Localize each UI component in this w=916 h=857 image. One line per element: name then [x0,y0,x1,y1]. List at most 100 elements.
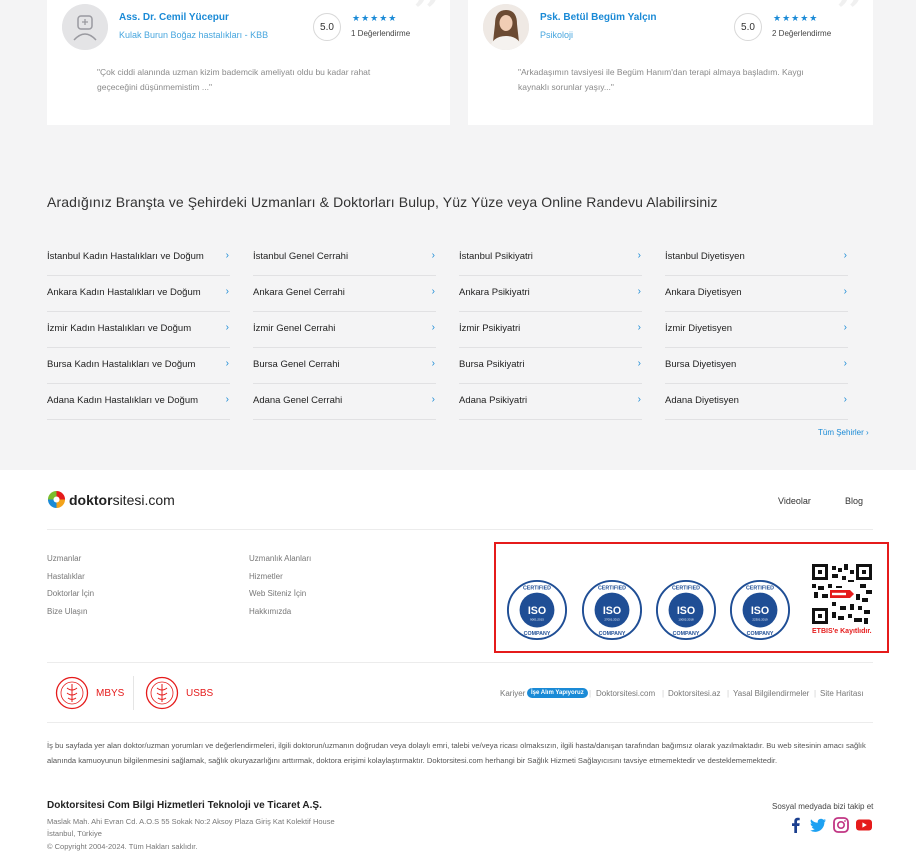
instagram-icon[interactable] [833,817,849,833]
branch-label: Bursa Psikiyatri [459,359,525,370]
branch-link[interactable]: Bursa Kadın Hastalıkları ve Doğum › [47,348,230,384]
social-title: Sosyal medyada bizi takip et [772,802,874,811]
company-name: Doktorsitesi Com Bilgi Hizmetleri Teknol… [47,800,322,811]
footer-link[interactable]: Uzmanlık Alanları [249,554,311,563]
review-card[interactable]: ” Psk. Betül Begüm Yalçın Psikoloji 5.0 … [468,0,873,125]
footer-link[interactable]: Hakkımızda [249,607,291,616]
svg-text:9001:2015: 9001:2015 [530,618,544,622]
usbs-label[interactable]: USBS [186,688,213,699]
hiring-badge[interactable]: İşe Alım Yapıyoruz [527,688,588,698]
branch-label: Bursa Kadın Hastalıkları ve Doğum [47,359,196,370]
branch-label: İzmir Psikiyatri [459,323,521,334]
branch-link[interactable]: Ankara Diyetisyen › [665,276,848,312]
svg-text:ISO: ISO [528,605,546,617]
logo-text-rest: sitesi.com [112,491,175,508]
career-link[interactable]: Kariyer [500,689,525,698]
branch-link[interactable]: Ankara Psikiyatri › [459,276,642,312]
doctor-photo [483,4,529,50]
footer-link[interactable]: Bize Ulaşın [47,607,87,616]
etbis-label[interactable]: ETBIS'e Kayıtlıdır. [812,628,872,635]
svg-text:ISO: ISO [751,605,769,617]
certificates-box: ISO 9001:2015 CERTIFIED COMPANY ISO 2700… [494,542,889,653]
svg-text:27001:2013: 27001:2013 [604,618,620,622]
branch-label: İstanbul Psikiyatri [459,251,533,262]
section-title: Aradığınız Branşta ve Şehirdeki Uzmanlar… [47,194,718,210]
legal-link[interactable]: Yasal Bilgilendirmeler [733,689,809,698]
branch-link[interactable]: Bursa Psikiyatri › [459,348,642,384]
doctor-name[interactable]: Psk. Betül Begüm Yalçın [540,12,657,23]
branch-link[interactable]: Ankara Genel Cerrahi › [253,276,436,312]
svg-text:COMPANY: COMPANY [599,631,626,637]
branch-label: Adana Kadın Hastalıkları ve Doğum [47,395,199,406]
ministry-emblem-icon [145,676,179,710]
branch-link[interactable]: İzmir Kadın Hastalıkları ve Doğum › [47,312,230,348]
iso-certificate-icon: ISO 27001:2013 CERTIFIED COMPANY [581,579,643,641]
mbys-label[interactable]: MBYS [96,688,124,699]
branch-link[interactable]: İzmir Diyetisyen › [665,312,848,348]
link-separator: | [662,689,665,698]
doctor-name[interactable]: Ass. Dr. Cemil Yücepur [119,12,229,23]
chevron-right-icon: › [637,358,641,369]
branch-link[interactable]: İstanbul Psikiyatri › [459,240,642,276]
branch-link[interactable]: İzmir Psikiyatri › [459,312,642,348]
branch-link[interactable]: Ankara Kadın Hastalıkları ve Doğum › [47,276,230,312]
twitter-icon[interactable] [810,817,826,833]
chevron-right-icon: › [431,322,435,333]
company-city: İstanbul, Türkiye [47,829,102,838]
review-text: "Çok ciddi alanında uzman kizim bademcik… [97,67,371,92]
branch-link[interactable]: İstanbul Diyetisyen › [665,240,848,276]
branch-link[interactable]: Adana Psikiyatri › [459,384,642,420]
branch-column: İstanbul Diyetisyen › Ankara Diyetisyen › … [665,240,848,420]
branch-link[interactable]: Bursa Diyetisyen › [665,348,848,384]
branch-link[interactable]: Bursa Genel Cerrahi › [253,348,436,384]
link-separator: | [814,689,817,698]
review-card[interactable]: ” Ass. Dr. Cemil Yücepur Kulak Burun Boğ… [47,0,450,125]
all-cities-link[interactable]: Tüm Şehirler › [818,428,869,437]
rating-score: 5.0 [734,13,762,41]
doctor-specialty[interactable]: Psikoloji [540,30,573,40]
branch-label: Adana Diyetisyen [665,395,739,406]
site-footer: doktorsitesi.com Videolar Blog Uzmanlar … [0,470,916,857]
copyright-text: © Copyright 2004-2024. Tüm Hakları saklı… [47,842,198,851]
chevron-right-icon: › [225,394,229,405]
branch-label: Bursa Genel Cerrahi [253,359,340,370]
footer-link[interactable]: Web Siteniz İçin [249,589,306,598]
branch-label: İstanbul Diyetisyen [665,251,745,262]
link-separator: | [727,689,730,698]
branch-label: Bursa Diyetisyen [665,359,737,370]
avatar [62,4,108,50]
logo-icon [47,490,66,509]
branch-link[interactable]: İstanbul Genel Cerrahi › [253,240,436,276]
footer-link[interactable]: Doktorlar İçin [47,589,94,598]
branch-label: İzmir Genel Cerrahi [253,323,336,334]
facebook-icon[interactable] [788,817,804,833]
branch-city-section: Aradığınız Branşta ve Şehirdeki Uzmanlar… [0,150,916,470]
legal-link[interactable]: Doktorsitesi.az [668,689,720,698]
svg-text:CERTIFIED: CERTIFIED [672,586,700,592]
footer-link[interactable]: Hizmetler [249,572,283,581]
etbis-qr-icon[interactable] [812,564,872,624]
branch-link[interactable]: İzmir Genel Cerrahi › [253,312,436,348]
branch-link[interactable]: Adana Kadın Hastalıkları ve Doğum › [47,384,230,420]
branch-label: Ankara Genel Cerrahi [253,287,345,298]
footer-link[interactable]: Hastalıklar [47,572,85,581]
youtube-icon[interactable] [856,817,872,833]
branch-label: Ankara Diyetisyen [665,287,742,298]
branch-link[interactable]: Adana Diyetisyen › [665,384,848,420]
doctor-specialty[interactable]: Kulak Burun Boğaz hastalıkları - KBB [119,30,268,40]
legal-link[interactable]: Site Haritası [820,689,864,698]
footer-link[interactable]: Uzmanlar [47,554,81,563]
site-logo[interactable]: doktorsitesi.com [47,490,175,509]
branch-link[interactable]: Adana Genel Cerrahi › [253,384,436,420]
divider [133,676,134,710]
videos-link[interactable]: Videolar [778,496,811,506]
quote-icon: ” [834,0,865,51]
iso-certificate-icon: ISO 10002:2018 CERTIFIED COMPANY [655,579,717,641]
doctor-placeholder-icon [62,4,108,50]
iso-certificate-icon: ISO 9001:2015 CERTIFIED COMPANY [506,579,568,641]
iso-certificate-icon: ISO 22301:2019 CERTIFIED COMPANY [729,579,791,641]
branch-link[interactable]: İstanbul Kadın Hastalıkları ve Doğum › [47,240,230,276]
legal-link[interactable]: Doktorsitesi.com [596,689,655,698]
branch-label: İstanbul Genel Cerrahi [253,251,349,262]
blog-link[interactable]: Blog [845,496,863,506]
